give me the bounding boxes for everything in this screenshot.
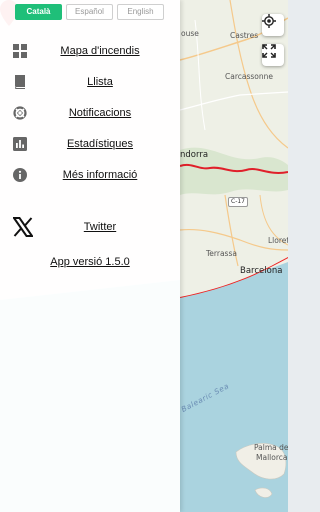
map-label-barcelona: Barcelona — [240, 266, 283, 276]
map-label-llorete: Llorete — [268, 236, 288, 245]
menu-item-fire-map[interactable]: Mapa d'incendis — [0, 40, 180, 62]
menu-item-twitter[interactable]: Twitter — [0, 215, 180, 239]
fullscreen-icon — [262, 44, 276, 58]
map-label-carcassonne: Carcassonne — [225, 72, 273, 81]
book-icon — [12, 74, 28, 90]
grid-icon — [12, 43, 28, 59]
menu-item-notifications[interactable]: Notificacions — [0, 102, 180, 124]
map-label-terrassa: Terrassa — [206, 249, 237, 258]
lang-button-catala[interactable]: Català — [15, 4, 62, 20]
menu-label-statistics: Estadístiques — [66, 138, 134, 150]
menu-label-fire-map: Mapa d'incendis — [60, 45, 140, 57]
locate-icon — [262, 14, 276, 28]
menu-label-list: Llista — [87, 76, 113, 88]
menu-item-more-info[interactable]: Més informació — [0, 164, 180, 186]
road-c17-shield: C-17 — [228, 197, 248, 207]
app-version-link[interactable]: App versió 1.5.0 — [0, 256, 180, 268]
fullscreen-button[interactable] — [262, 44, 284, 66]
map-label-castres: Castres — [230, 31, 259, 40]
menu-label-notifications: Notificacions — [68, 107, 132, 119]
map-label-mallorca: Mallorca — [256, 453, 288, 462]
menu-item-list[interactable]: Llista — [0, 71, 180, 93]
lifebuoy-icon — [12, 105, 28, 121]
bar-chart-icon — [12, 136, 28, 152]
lang-button-espanol[interactable]: Español — [66, 4, 113, 20]
language-selector: Català Español English — [15, 4, 164, 20]
map-label-ouse: ouse — [181, 29, 199, 38]
menu-label-twitter: Twitter — [83, 221, 117, 233]
map-label-andorra: ndorra — [180, 150, 209, 160]
navigation-drawer: Català Español English Mapa d'incendis L… — [0, 0, 180, 512]
locate-button[interactable] — [262, 14, 284, 36]
map-label-palma: Palma de Mallorca — [254, 443, 288, 452]
menu-label-more-info: Més informació — [62, 169, 138, 181]
menu-item-statistics[interactable]: Estadístiques — [0, 133, 180, 155]
info-icon — [12, 167, 28, 183]
lang-button-english[interactable]: English — [117, 4, 164, 20]
